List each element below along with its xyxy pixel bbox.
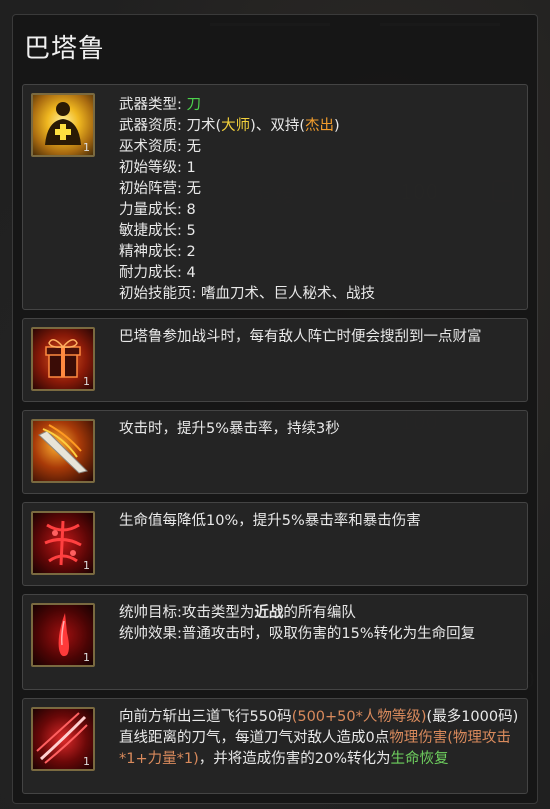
hero-trait-icon[interactable]: 1 xyxy=(31,93,95,157)
stat-row-stamina-growth: 耐力成长: 4 xyxy=(119,265,196,281)
skill-description: 向前方斩出三道飞行550码(500+50*人物等级)(最多1000码)直线距离的… xyxy=(119,709,519,767)
command-target-line: 统帅目标:攻击类型为近战的所有编队 xyxy=(119,605,356,621)
stat-row-weapon-aptitude: 武器资质: 刀术(大师)、双持(杰出) xyxy=(119,118,340,134)
skill-icon-blade[interactable] xyxy=(31,419,95,483)
icon-count: 1 xyxy=(83,141,90,154)
skill-description: 统帅目标:攻击类型为近战的所有编队 统帅效果:普通攻击时，吸取伤害的15%转化为… xyxy=(119,603,523,645)
hero-stats-list: 武器类型: 刀 武器资质: 刀术(大师)、双持(杰出) 巫术资质: 无 初始等级… xyxy=(119,95,375,305)
skill-card: 1 统帅目标:攻击类型为近战的所有编队 统帅效果:普通攻击时，吸取伤害的15%转… xyxy=(22,594,528,690)
stat-row-sorcery-aptitude: 巫术资质: 无 xyxy=(119,139,201,155)
stat-row-spirit-growth: 精神成长: 2 xyxy=(119,244,196,260)
skill-card: 攻击时，提升5%暴击率，持续3秒 xyxy=(22,410,528,494)
skill-description: 巴塔鲁参加战斗时，每有敌人阵亡时便会搜刮到一点财富 xyxy=(119,329,482,345)
icon-count: 1 xyxy=(83,651,90,664)
hero-info-card: 1 武器类型: 刀 武器资质: 刀术(大师)、双持(杰出) 巫术资质: 无 初始… xyxy=(22,84,528,310)
icon-count: 1 xyxy=(83,755,90,768)
skill-icon-berserk[interactable]: 1 xyxy=(31,511,95,575)
skill-icon-loot[interactable]: 1 xyxy=(31,327,95,391)
skill-icon-lifesteal[interactable]: 1 xyxy=(31,603,95,667)
sword-icon xyxy=(38,424,88,474)
stat-row-agility-growth: 敏捷成长: 5 xyxy=(119,223,196,239)
skill-icon-blade-wave[interactable]: 1 xyxy=(31,707,95,771)
skill-description: 生命值每降低10%，提升5%暴击率和暴击伤害 xyxy=(119,513,421,529)
skill-description: 攻击时，提升5%暴击率，持续3秒 xyxy=(119,421,340,437)
stat-row-initial-faction: 初始阵营: 无 xyxy=(119,181,201,197)
skill-card: 1 生命值每降低10%，提升5%暴击率和暴击伤害 xyxy=(22,502,528,586)
command-effect-line: 统帅效果:普通攻击时，吸取伤害的15%转化为生命回复 xyxy=(119,626,476,642)
stat-row-initial-skill-pages: 初始技能页: 嗜血刀术、巨人秘术、战技 xyxy=(119,286,375,302)
stat-row-weapon-type: 武器类型: 刀 xyxy=(119,97,201,113)
skill-card: 1 向前方斩出三道飞行550码(500+50*人物等级)(最多1000码)直线距… xyxy=(22,698,528,794)
stat-row-initial-level: 初始等级: 1 xyxy=(119,160,196,176)
skill-card: 1 巴塔鲁参加战斗时，每有敌人阵亡时便会搜刮到一点财富 xyxy=(22,318,528,402)
hero-name-title: 巴塔鲁 xyxy=(24,34,106,64)
icon-count: 1 xyxy=(83,559,90,572)
stat-row-strength-growth: 力量成长: 8 xyxy=(119,202,196,218)
icon-count: 1 xyxy=(83,375,90,388)
